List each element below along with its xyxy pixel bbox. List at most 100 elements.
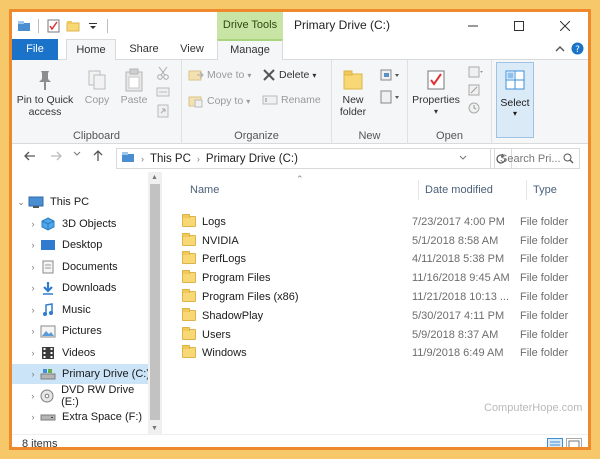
file-row[interactable]: Program Files (x86) 11/21/2018 10:13 ...… xyxy=(182,287,582,306)
nav-item-dvd-drive[interactable]: › DVD RW Drive (E:) xyxy=(12,384,152,408)
select-button[interactable]: Select ▾ xyxy=(496,62,534,138)
explorer-window: Drive Tools Primary Drive (C:) File Home… xyxy=(9,9,591,450)
up-button[interactable] xyxy=(92,150,104,165)
chevron-right-icon[interactable]: › xyxy=(26,283,40,293)
folder-icon xyxy=(182,345,196,358)
qat-customize-icon[interactable] xyxy=(85,18,101,34)
forward-button[interactable] xyxy=(50,150,62,165)
easy-access-icon[interactable] xyxy=(380,90,402,107)
computer-icon xyxy=(28,195,44,209)
copy-button[interactable]: Copy xyxy=(82,66,112,106)
nav-item-downloads[interactable]: › Downloads xyxy=(12,278,152,298)
search-input[interactable]: Search Pri... xyxy=(494,148,580,169)
chevron-right-icon[interactable]: › xyxy=(26,262,40,272)
chevron-right-icon[interactable]: › xyxy=(26,348,40,358)
music-icon xyxy=(40,303,56,317)
details-view-button[interactable] xyxy=(547,438,563,447)
open-icon[interactable] xyxy=(468,66,484,81)
file-row[interactable]: Logs 7/23/2017 4:00 PM File folder xyxy=(182,212,582,231)
large-icons-view-button[interactable] xyxy=(566,438,582,447)
properties-dropdown-icon: ▾ xyxy=(433,107,438,116)
chevron-right-icon[interactable]: › xyxy=(26,219,40,229)
nav-item-extra-space[interactable]: › Extra Space (F:) xyxy=(12,407,152,427)
paste-shortcut-icon[interactable] xyxy=(156,104,170,121)
chevron-down-icon[interactable]: ⌄ xyxy=(14,197,28,208)
edit-icon[interactable] xyxy=(468,84,482,99)
file-row[interactable]: Program Files 11/16/2018 9:45 AM File fo… xyxy=(182,268,582,287)
new-folder-button[interactable]: New folder xyxy=(336,66,370,118)
chevron-right-icon[interactable]: › xyxy=(26,369,40,379)
file-row[interactable]: Windows 11/9/2018 6:49 AM File folder xyxy=(182,343,582,362)
tab-view[interactable]: View xyxy=(172,39,212,60)
column-header-date-modified[interactable]: Date modified xyxy=(425,180,493,200)
status-bar: 8 items xyxy=(12,434,588,450)
this-pc-icon xyxy=(121,151,135,166)
rename-button[interactable]: Rename xyxy=(262,94,321,106)
nav-item-this-pc[interactable]: ⌄ This PC xyxy=(12,192,152,212)
history-icon[interactable] xyxy=(468,102,482,117)
properties-button[interactable]: Properties ▾ xyxy=(410,66,462,118)
minimize-button[interactable] xyxy=(450,12,496,39)
rename-icon xyxy=(262,95,278,105)
file-row[interactable]: PerfLogs 4/11/2018 5:38 PM File folder xyxy=(182,249,582,268)
nav-item-music[interactable]: › Music xyxy=(12,300,152,320)
item-count: 8 items xyxy=(22,438,58,450)
address-bar[interactable]: › This PC › Primary Drive (C:) xyxy=(116,148,491,169)
folder-icon xyxy=(182,327,196,340)
maximize-button[interactable] xyxy=(496,12,542,39)
details-view-icon xyxy=(550,441,560,446)
recent-locations-button[interactable] xyxy=(72,148,82,163)
chevron-right-icon[interactable]: › xyxy=(26,240,40,250)
chevron-right-icon[interactable]: › xyxy=(26,412,40,422)
copy-to-button[interactable]: Copy to ▾ xyxy=(188,94,250,108)
folder-icon xyxy=(182,308,196,321)
new-group: New folder New xyxy=(332,60,408,144)
chevron-right-icon[interactable]: › xyxy=(26,326,40,336)
nav-item-videos[interactable]: › Videos xyxy=(12,343,152,363)
svg-text:?: ? xyxy=(575,45,580,55)
paste-button[interactable]: Paste xyxy=(118,66,150,106)
move-to-icon xyxy=(188,70,204,81)
tab-file[interactable]: File xyxy=(12,39,58,60)
drive-icon xyxy=(40,410,56,424)
expand-ribbon-icon[interactable] xyxy=(555,44,565,56)
chevron-right-icon[interactable]: › xyxy=(26,391,40,401)
ribbon-tabs: File Home Share View Manage ? xyxy=(12,39,588,61)
nav-item-3d-objects[interactable]: › 3D Objects xyxy=(12,214,152,234)
navigation-scrollbar[interactable]: ▲ ▼ xyxy=(148,172,162,434)
pin-to-quick-access-button[interactable]: Pin to Quick access xyxy=(16,66,74,118)
nav-item-primary-drive[interactable]: › Primary Drive (C:) xyxy=(12,364,150,384)
close-button[interactable] xyxy=(542,12,588,39)
cube-icon xyxy=(40,217,56,231)
file-row[interactable]: NVIDIA 5/1/2018 8:58 AM File folder xyxy=(182,231,582,250)
nav-item-documents[interactable]: › Documents xyxy=(12,257,152,277)
properties-icon xyxy=(410,66,462,94)
nav-item-desktop[interactable]: › Desktop xyxy=(12,235,152,255)
help-icon[interactable]: ? xyxy=(571,42,584,58)
new-item-icon[interactable] xyxy=(380,68,402,85)
file-row[interactable]: Users 5/9/2018 8:37 AM File folder xyxy=(182,325,582,344)
file-row[interactable]: ShadowPlay 5/30/2017 4:11 PM File folder xyxy=(182,306,582,325)
tab-share[interactable]: Share xyxy=(124,39,164,60)
address-dropdown-icon[interactable] xyxy=(458,153,468,166)
scroll-down-icon[interactable]: ▼ xyxy=(151,425,158,432)
cut-icon[interactable] xyxy=(156,66,170,83)
select-dropdown-icon: ▾ xyxy=(512,109,517,118)
back-button[interactable] xyxy=(24,150,36,165)
move-to-button[interactable]: Move to ▾ xyxy=(188,68,251,82)
column-header-type[interactable]: Type xyxy=(533,180,557,200)
breadcrumb-this-pc[interactable]: This PC xyxy=(150,153,191,165)
new-folder-qat-icon[interactable] xyxy=(65,18,81,34)
tab-home[interactable]: Home xyxy=(66,39,116,61)
copy-path-icon[interactable] xyxy=(156,86,170,101)
nav-item-pictures[interactable]: › Pictures xyxy=(12,321,152,341)
scroll-up-icon[interactable]: ▲ xyxy=(151,174,158,181)
breadcrumb-primary-drive[interactable]: Primary Drive (C:) xyxy=(206,153,298,165)
watermark: ComputerHope.com xyxy=(484,402,583,414)
delete-button[interactable]: Delete ▾ xyxy=(262,68,316,82)
tab-manage[interactable]: Manage xyxy=(217,39,283,61)
chevron-right-icon[interactable]: › xyxy=(26,305,40,315)
scrollbar-thumb[interactable] xyxy=(150,184,160,420)
properties-qat-icon[interactable] xyxy=(45,18,61,34)
column-header-name[interactable]: Name xyxy=(190,180,219,200)
